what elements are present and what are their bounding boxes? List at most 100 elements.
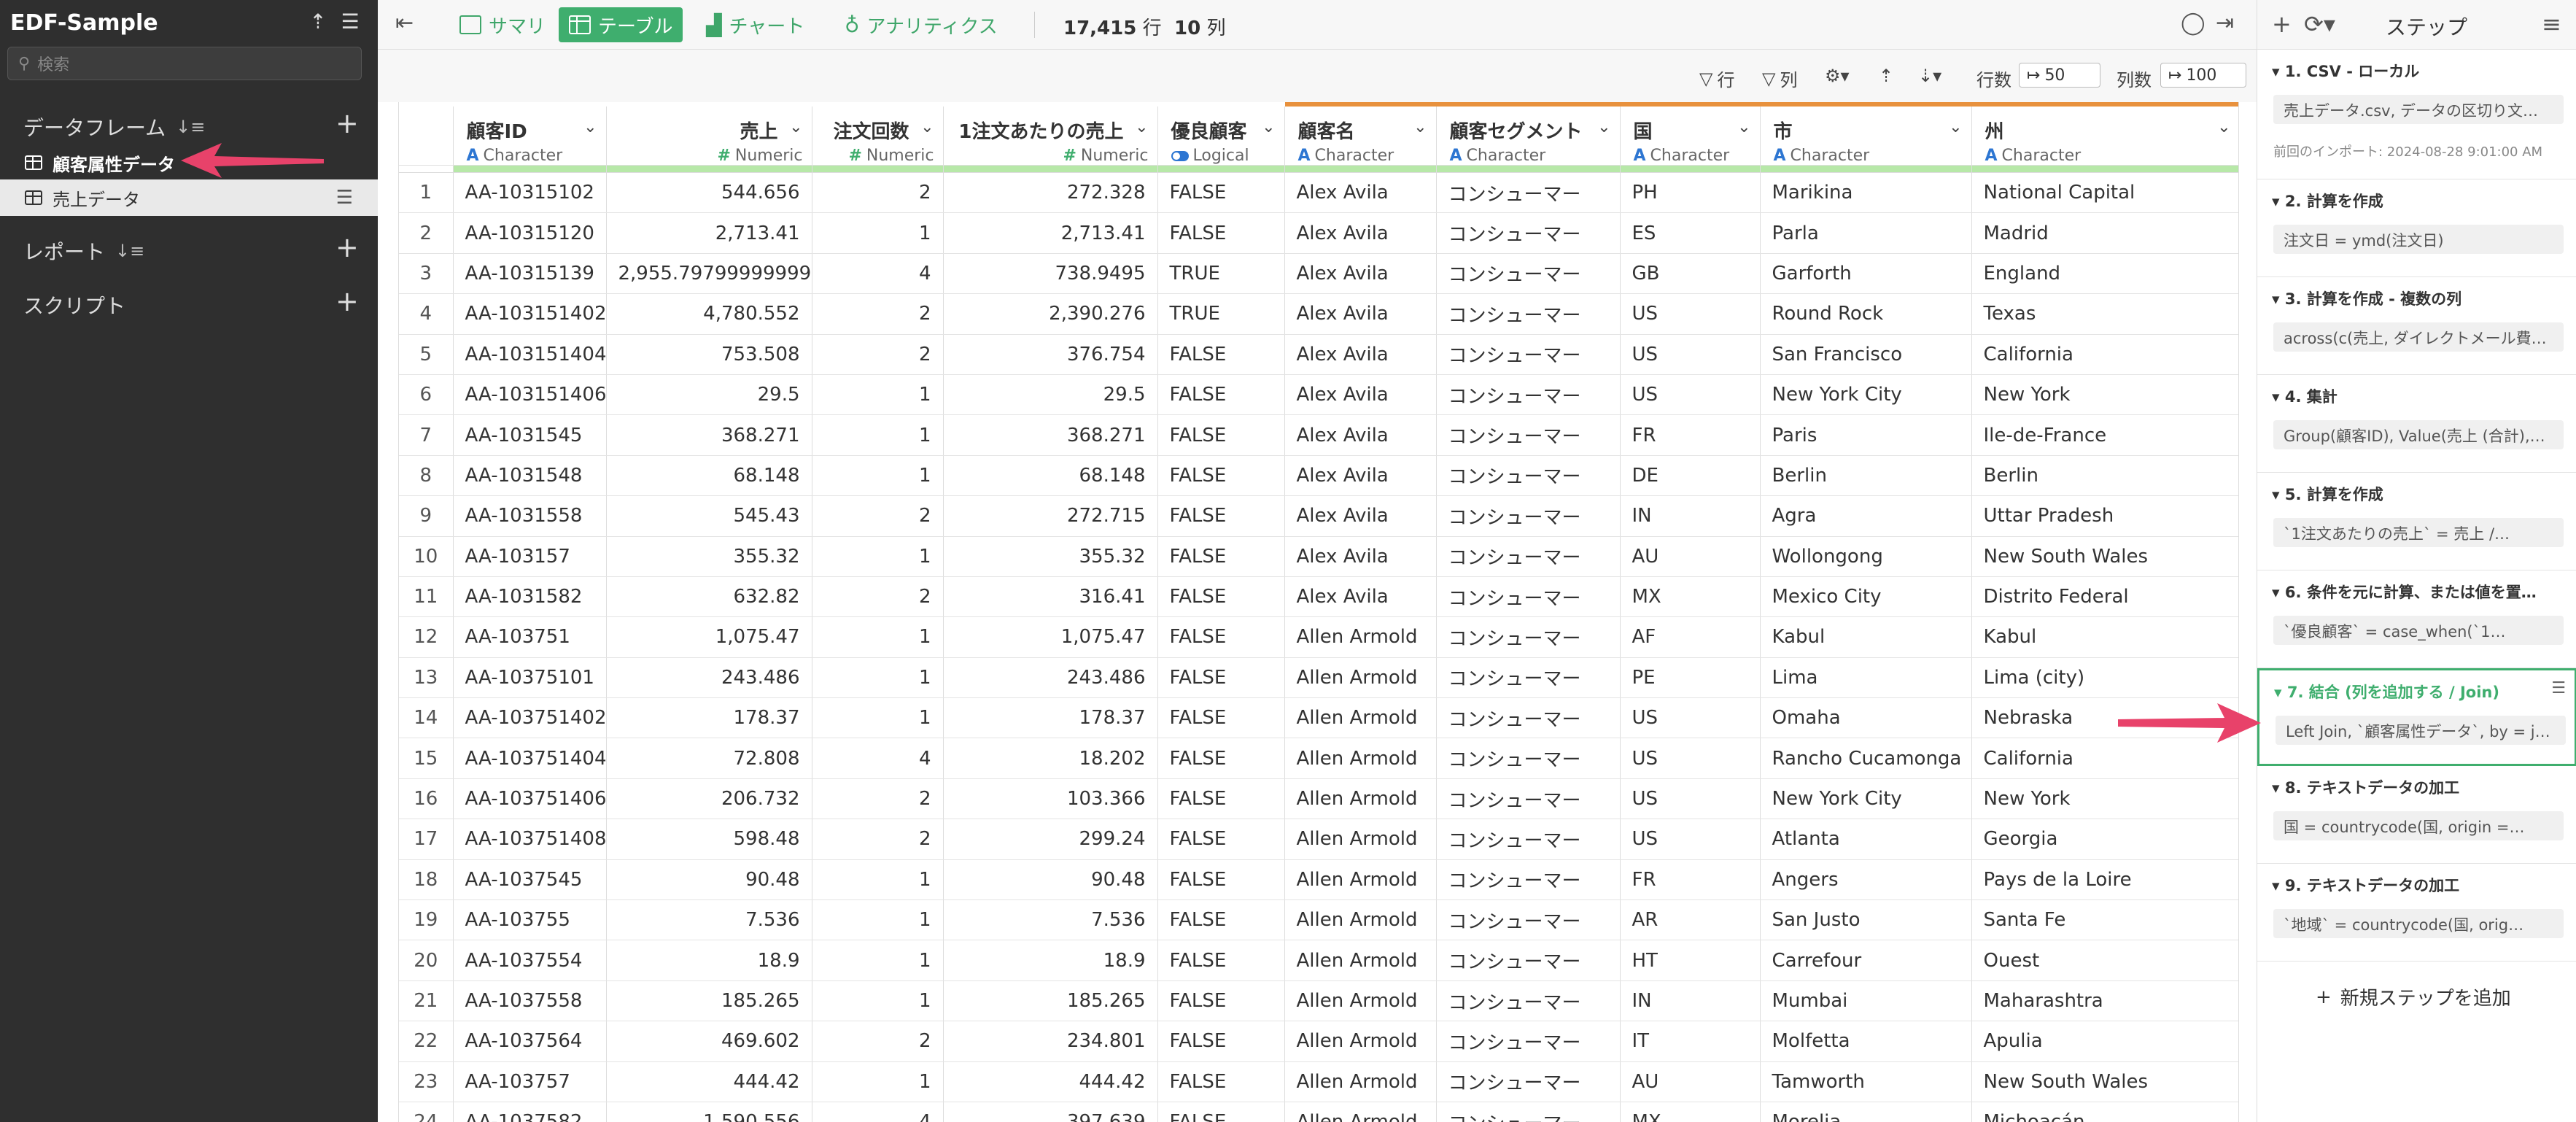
table-row[interactable]: 18 AA-1037545 90.48 1 90.48 FALSE Allen Armold… bbox=[399, 859, 2238, 901]
caret-down-icon[interactable]: ▾ bbox=[2272, 388, 2285, 406]
column-header[interactable]: 顧客セグメント ⌄ A Character bbox=[1436, 102, 1621, 166]
step-code[interactable]: 注文日 = ymd(注文日) bbox=[2273, 225, 2564, 254]
table-row[interactable]: 24AA-10375821,590.5564397.639FALSEAllen … bbox=[399, 1102, 2238, 1122]
table-cell[interactable]: 90.48 bbox=[943, 859, 1158, 901]
table-cell[interactable]: コンシューマー bbox=[1436, 374, 1621, 416]
table-cell[interactable]: AA-103751 bbox=[453, 616, 607, 658]
table-cell[interactable]: 1 bbox=[812, 859, 944, 901]
table-cell[interactable]: 544.656 bbox=[606, 172, 812, 214]
table-cell[interactable]: Pays de la Loire bbox=[1971, 859, 2238, 901]
step-title[interactable]: ▾ 2. 計算を作成 bbox=[2272, 190, 2565, 212]
table-cell[interactable]: 2 bbox=[812, 293, 944, 335]
caret-down-icon[interactable]: ▾ bbox=[2272, 486, 2285, 503]
table-cell[interactable]: Ile-de-France bbox=[1971, 414, 2238, 456]
table-cell[interactable]: コンシューマー bbox=[1436, 212, 1621, 254]
table-cell[interactable]: 18.202 bbox=[943, 738, 1158, 779]
table-cell[interactable]: Kabul bbox=[1971, 616, 2238, 658]
cols-input[interactable]: ↦ 100 bbox=[2160, 63, 2246, 88]
sidebar-item-sales-data[interactable]: 売上データ ☰ bbox=[0, 179, 378, 216]
table-cell[interactable]: 316.41 bbox=[943, 576, 1158, 618]
table-cell[interactable]: Ouest bbox=[1971, 940, 2238, 981]
upload-button[interactable]: ⇡ bbox=[1879, 66, 1893, 86]
table-cell[interactable]: Carrefour bbox=[1760, 940, 1972, 981]
table-cell[interactable]: Apulia bbox=[1971, 1021, 2238, 1062]
table-cell[interactable]: 1 bbox=[812, 374, 944, 416]
table-cell[interactable]: FALSE bbox=[1157, 576, 1285, 618]
table-cell[interactable]: 2 bbox=[812, 576, 944, 618]
step-code[interactable]: 売上データ.csv, データの区切り文… bbox=[2273, 95, 2564, 124]
table-row[interactable]: 12 AA-103751 1,075.47 1 1,075.47 FALSE Allen A… bbox=[399, 616, 2238, 658]
column-header[interactable]: 顧客ID ⌄ A Character bbox=[453, 104, 607, 166]
table-cell[interactable]: 272.715 bbox=[943, 495, 1158, 537]
table-cell[interactable]: AA-103751402 bbox=[453, 697, 607, 739]
table-cell[interactable]: AA-103151406 bbox=[453, 374, 607, 416]
table-cell[interactable]: コンシューマー bbox=[1436, 738, 1621, 779]
table-cell[interactable]: PE bbox=[1620, 657, 1761, 699]
step-title[interactable]: ▾ 8. テキストデータの加工 bbox=[2272, 776, 2565, 798]
table-cell[interactable]: AA-103757 bbox=[453, 1061, 607, 1102]
table-cell[interactable]: FALSE bbox=[1157, 657, 1285, 699]
table-cell[interactable]: FALSE bbox=[1157, 980, 1285, 1022]
table-cell[interactable]: 2 bbox=[812, 495, 944, 537]
chevron-down-icon[interactable]: ⌄ bbox=[2217, 118, 2230, 136]
table-cell[interactable]: 299.24 bbox=[943, 819, 1158, 860]
table-cell[interactable]: 1 bbox=[812, 980, 944, 1022]
table-row[interactable]: 9 AA-1031558 545.43 2 272.715 FALSE Alex Avila… bbox=[399, 495, 2238, 537]
chevron-down-icon[interactable]: ⌄ bbox=[1413, 118, 1427, 136]
table-cell[interactable]: 185.265 bbox=[943, 980, 1158, 1022]
section-reports[interactable]: レポート ↓≡ bbox=[23, 236, 144, 266]
table-row[interactable]: 4 AA-103151402 4,780.552 2 2,390.276 TRUE Alex… bbox=[399, 293, 2238, 335]
table-cell[interactable]: 178.37 bbox=[943, 697, 1158, 739]
caret-down-icon[interactable]: ▾ bbox=[2272, 779, 2285, 797]
table-cell[interactable]: San Francisco bbox=[1760, 334, 1972, 375]
table-row[interactable]: 10 AA-103157 355.32 1 355.32 FALSE Alex Avila コ… bbox=[399, 536, 2238, 577]
table-cell[interactable]: Alex Avila bbox=[1284, 576, 1437, 618]
table-row[interactable]: 7 AA-1031545 368.271 1 368.271 FALSE Alex Avil… bbox=[399, 414, 2238, 456]
caret-down-icon[interactable]: ▾ bbox=[2272, 290, 2285, 308]
table-cell[interactable]: US bbox=[1620, 819, 1761, 860]
table-cell[interactable]: New York bbox=[1971, 778, 2238, 820]
table-cell[interactable]: 469.602 bbox=[606, 1021, 812, 1062]
table-row[interactable]: 2 AA-10315120 2,713.41 1 2,713.41 FALSE Alex A… bbox=[399, 212, 2238, 254]
table-cell[interactable]: AA-10315120 bbox=[453, 212, 607, 254]
col-filter-button[interactable]: ▽ 列 bbox=[1762, 66, 1797, 91]
table-cell[interactable]: Alex Avila bbox=[1284, 212, 1437, 254]
table-cell[interactable]: Alex Avila bbox=[1284, 495, 1437, 537]
table-cell[interactable]: AA-10315102 bbox=[453, 172, 607, 214]
table-cell[interactable]: 18.9 bbox=[606, 940, 812, 981]
add-icon[interactable]: + bbox=[2272, 10, 2292, 38]
table-cell[interactable]: IT bbox=[1620, 1021, 1761, 1062]
chevron-down-icon[interactable]: ⌄ bbox=[920, 118, 934, 136]
table-cell[interactable]: コンシューマー bbox=[1436, 172, 1621, 214]
table-cell[interactable]: AA-1031558 bbox=[453, 495, 607, 537]
table-cell[interactable]: Allen Armold bbox=[1284, 778, 1437, 820]
refresh-icon[interactable]: ⟳▾ bbox=[2304, 10, 2335, 38]
table-cell[interactable]: FR bbox=[1620, 414, 1761, 456]
row-filter-button[interactable]: ▽ 行 bbox=[1699, 66, 1734, 91]
table-cell[interactable]: Alex Avila bbox=[1284, 414, 1437, 456]
table-cell[interactable]: 72.808 bbox=[606, 738, 812, 779]
table-cell[interactable]: 1 bbox=[812, 657, 944, 699]
step-title[interactable]: ▾ 4. 集計 bbox=[2272, 385, 2565, 407]
table-cell[interactable]: Alex Avila bbox=[1284, 172, 1437, 214]
table-cell[interactable]: コンシューマー bbox=[1436, 334, 1621, 375]
table-cell[interactable]: 738.9495 bbox=[943, 253, 1158, 295]
table-cell[interactable]: IN bbox=[1620, 980, 1761, 1022]
table-cell[interactable]: AA-1037564 bbox=[453, 1021, 607, 1062]
tab-chart[interactable]: ▟ チャート bbox=[696, 7, 815, 42]
download-button[interactable]: ⇣▾ bbox=[1918, 66, 1941, 86]
step-item[interactable]: ▾ 6. 条件を元に計算、または値を置… `優良顧客` = case_when(`… bbox=[2257, 570, 2576, 668]
table-cell[interactable]: TRUE bbox=[1157, 253, 1285, 295]
table-cell[interactable]: National Capital bbox=[1971, 172, 2238, 214]
table-cell[interactable]: 376.754 bbox=[943, 334, 1158, 375]
table-row[interactable]: 5 AA-103151404 753.508 2 376.754 FALSE Alex Av… bbox=[399, 334, 2238, 375]
upload-icon[interactable]: ⇡ bbox=[305, 9, 331, 35]
table-cell[interactable]: AA-1031548 bbox=[453, 455, 607, 497]
table-cell[interactable]: Alex Avila bbox=[1284, 455, 1437, 497]
table-cell[interactable]: 2,713.41 bbox=[606, 212, 812, 254]
table-cell[interactable]: Alex Avila bbox=[1284, 374, 1437, 416]
table-cell[interactable]: US bbox=[1620, 334, 1761, 375]
table-cell[interactable]: Parla bbox=[1760, 212, 1972, 254]
table-cell[interactable]: 355.32 bbox=[606, 536, 812, 577]
table-cell[interactable]: AA-103751408 bbox=[453, 819, 607, 860]
